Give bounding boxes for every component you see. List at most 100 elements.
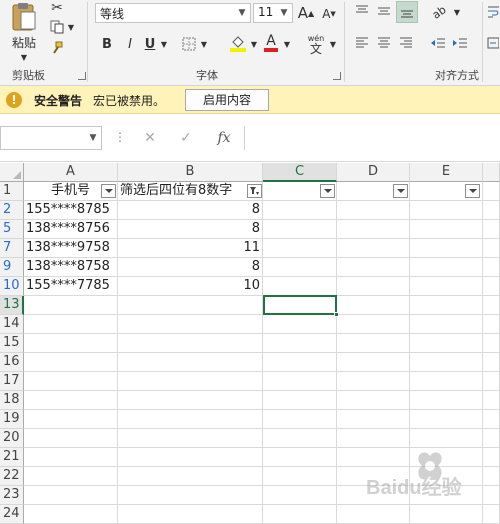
insert-function-icon[interactable]: fx <box>212 128 236 148</box>
cell-d15[interactable] <box>337 334 410 353</box>
cell-f20[interactable] <box>483 429 500 448</box>
cell-b19[interactable] <box>118 410 263 429</box>
enable-content-button[interactable]: 启用内容 <box>185 89 269 111</box>
paste-button[interactable]: 粘贴 <box>4 0 44 52</box>
cell-f7[interactable] <box>483 239 500 258</box>
cell-e19[interactable] <box>410 410 483 429</box>
cell-c23[interactable] <box>263 486 337 505</box>
row-header-23[interactable]: 23 <box>0 486 24 505</box>
column-header-partial[interactable] <box>483 163 500 182</box>
cell-b5[interactable]: 8 <box>118 220 263 239</box>
phonetic-dropdown-icon[interactable]: ▼ <box>328 36 338 52</box>
cell-c18[interactable] <box>263 391 337 410</box>
row-header-14[interactable]: 14 <box>0 315 24 334</box>
cell-e16[interactable] <box>410 353 483 372</box>
fill-color-icon[interactable] <box>228 33 248 53</box>
cell-b20[interactable] <box>118 429 263 448</box>
cell-f5[interactable] <box>483 220 500 239</box>
cell-a10[interactable]: 155****7785 <box>24 277 118 296</box>
cell-f1[interactable] <box>483 182 500 201</box>
column-header-b[interactable]: B <box>118 163 263 182</box>
cell-e18[interactable] <box>410 391 483 410</box>
format-painter-icon[interactable] <box>48 40 66 56</box>
font-launcher-icon[interactable] <box>333 72 341 80</box>
row-header-21[interactable]: 21 <box>0 448 24 467</box>
cell-d7[interactable] <box>337 239 410 258</box>
bold-button[interactable]: B <box>97 34 117 54</box>
cell-d17[interactable] <box>337 372 410 391</box>
select-all-corner[interactable] <box>0 163 24 182</box>
cell-a20[interactable] <box>24 429 118 448</box>
cell-d13[interactable] <box>337 296 410 315</box>
row-header-7[interactable]: 7 <box>0 239 24 258</box>
orientation-dropdown-icon[interactable]: ▼ <box>452 4 462 20</box>
font-size-dropdown[interactable]: 11 ▼ <box>253 3 293 23</box>
column-header-e[interactable]: E <box>410 163 483 182</box>
row-header-17[interactable]: 17 <box>0 372 24 391</box>
cell-c7[interactable] <box>263 239 337 258</box>
row-header-24[interactable]: 24 <box>0 505 24 524</box>
fill-handle[interactable] <box>334 312 339 317</box>
cell-e2[interactable] <box>410 201 483 220</box>
cell-a23[interactable] <box>24 486 118 505</box>
cell-c2[interactable] <box>263 201 337 220</box>
cell-a13[interactable] <box>24 296 118 315</box>
cell-c21[interactable] <box>263 448 337 467</box>
cell-a9[interactable]: 138****8758 <box>24 258 118 277</box>
merge-center-icon[interactable] <box>486 34 500 52</box>
cell-b7[interactable]: 11 <box>118 239 263 258</box>
wrap-text-icon[interactable] <box>486 2 500 22</box>
row-header-20[interactable]: 20 <box>0 429 24 448</box>
cell-a17[interactable] <box>24 372 118 391</box>
row-header-16[interactable]: 16 <box>0 353 24 372</box>
cell-a18[interactable] <box>24 391 118 410</box>
cell-a16[interactable] <box>24 353 118 372</box>
font-color-dropdown-icon[interactable]: ▼ <box>282 36 292 52</box>
cancel-icon[interactable]: ✕ <box>138 128 162 148</box>
cell-e7[interactable] <box>410 239 483 258</box>
cell-e9[interactable] <box>410 258 483 277</box>
row-header-9[interactable]: 9 <box>0 258 24 277</box>
cell-b21[interactable] <box>118 448 263 467</box>
cell-e17[interactable] <box>410 372 483 391</box>
cell-b18[interactable] <box>118 391 263 410</box>
cell-b24[interactable] <box>118 505 263 524</box>
clipboard-launcher-icon[interactable] <box>78 72 86 80</box>
cell-d19[interactable] <box>337 410 410 429</box>
cell-f2[interactable] <box>483 201 500 220</box>
cell-a15[interactable] <box>24 334 118 353</box>
italic-button[interactable]: I <box>120 34 140 54</box>
filter-applied-icon[interactable] <box>247 184 262 198</box>
cell-f19[interactable] <box>483 410 500 429</box>
cell-c14[interactable] <box>263 315 337 334</box>
cell-d9[interactable] <box>337 258 410 277</box>
underline-button[interactable]: U <box>142 34 158 54</box>
cell-a5[interactable]: 138****8756 <box>24 220 118 239</box>
cell-b14[interactable] <box>118 315 263 334</box>
copy-dropdown-icon[interactable]: ▼ <box>66 21 76 33</box>
row-header-5[interactable]: 5 <box>0 220 24 239</box>
cell-b2[interactable]: 8 <box>118 201 263 220</box>
row-header-18[interactable]: 18 <box>0 391 24 410</box>
column-header-a[interactable]: A <box>24 163 118 182</box>
cell-b16[interactable] <box>118 353 263 372</box>
cell-f18[interactable] <box>483 391 500 410</box>
cell-a19[interactable] <box>24 410 118 429</box>
row-header-22[interactable]: 22 <box>0 467 24 486</box>
fill-color-dropdown-icon[interactable]: ▼ <box>249 36 259 52</box>
filter-dropdown-icon[interactable] <box>320 184 335 198</box>
column-header-d[interactable]: D <box>337 163 410 182</box>
cell-c16[interactable] <box>263 353 337 372</box>
column-header-c[interactable]: C <box>263 163 337 182</box>
cell-d2[interactable] <box>337 201 410 220</box>
cell-a7[interactable]: 138****9758 <box>24 239 118 258</box>
cell-c5[interactable] <box>263 220 337 239</box>
active-cell-selection[interactable] <box>263 295 337 315</box>
cell-b9[interactable]: 8 <box>118 258 263 277</box>
cell-b22[interactable] <box>118 467 263 486</box>
cell-f10[interactable] <box>483 277 500 296</box>
cell-d16[interactable] <box>337 353 410 372</box>
cell-b15[interactable] <box>118 334 263 353</box>
increase-indent-icon[interactable] <box>450 34 470 52</box>
filter-dropdown-icon[interactable] <box>101 184 116 198</box>
